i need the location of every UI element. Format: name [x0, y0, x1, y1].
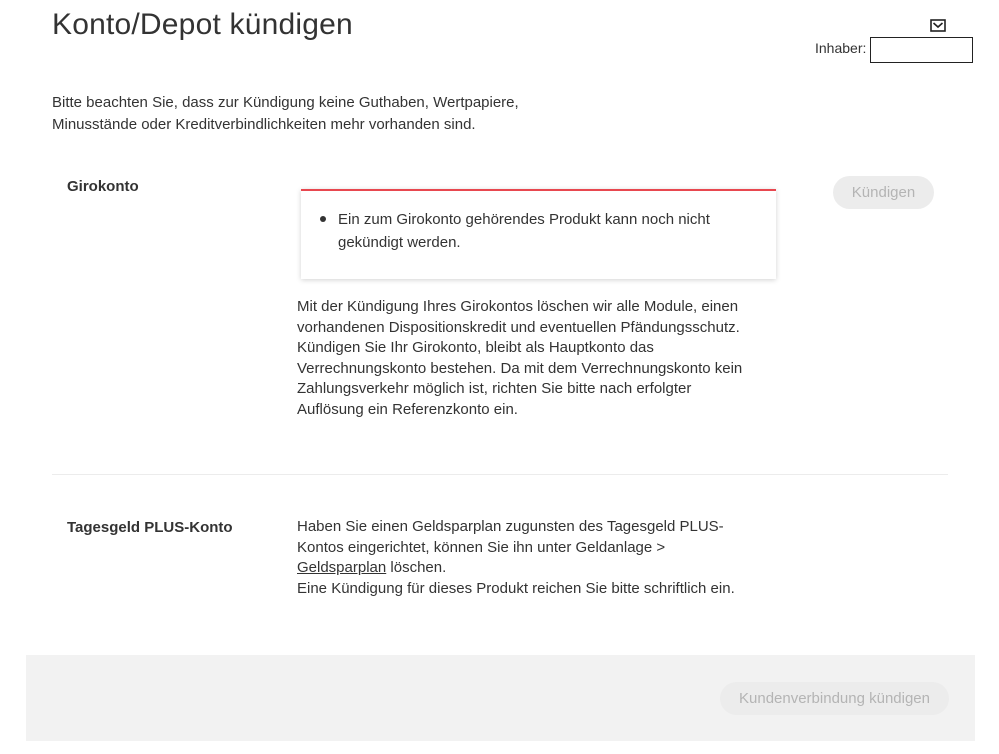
intro-line: Bitte beachten Sie, dass zur Kündigung k…: [52, 94, 519, 111]
description-line: vorhandenen Dispositionskredit und event…: [297, 318, 740, 336]
tagesgeld-description: Haben Sie einen Geldsparplan zugunsten d…: [297, 517, 787, 599]
description-line: Kündigen Sie Ihr Girokonto, bleibt als H…: [297, 339, 654, 356]
mail-icon[interactable]: [930, 19, 946, 32]
kundenverbindung-kuendigen-button[interactable]: Kundenverbindung kündigen: [720, 682, 949, 715]
description-line: Kontos eingerichtet, können Sie ihn unte…: [297, 538, 666, 556]
page-title: Konto/Depot kündigen: [52, 8, 353, 41]
owner-label: Inhaber:: [815, 40, 867, 56]
description-line: Mit der Kündigung Ihres Girokontos lösch…: [297, 298, 739, 315]
section-divider: [52, 474, 948, 475]
description-suffix: löschen.: [386, 559, 447, 576]
geldsparplan-link[interactable]: Geldsparplan: [297, 559, 386, 576]
girokonto-description: Mit der Kündigung Ihres Girokontos lösch…: [297, 297, 787, 420]
description-line: Geldsparplan löschen.: [297, 558, 787, 579]
error-message-box: Ein zum Girokonto gehörendes Produkt kan…: [301, 189, 776, 279]
girokonto-label: Girokonto: [67, 178, 139, 195]
description-line: Verrechnungskonto bestehen. Da mit dem V…: [297, 359, 743, 377]
intro-line: Minusstände oder Kreditverbindlichkeiten…: [52, 116, 476, 133]
error-message: Ein zum Girokonto gehörendes Produkt kan…: [338, 208, 758, 254]
bullet-icon: [320, 216, 326, 222]
intro-text: Bitte beachten Sie, dass zur Kündigung k…: [52, 92, 612, 136]
error-line: Ein zum Girokonto gehörendes Produkt kan…: [338, 211, 710, 228]
description-line: Zahlungsverkehr möglich ist, richten Sie…: [297, 380, 692, 397]
error-line: gekündigt werden.: [338, 234, 461, 251]
description-line: Auflösung ein Referenzkonto ein.: [297, 400, 518, 418]
kuendigen-button[interactable]: Kündigen: [833, 176, 934, 209]
tagesgeld-label: Tagesgeld PLUS-Konto: [67, 519, 233, 536]
description-line: Haben Sie einen Geldsparplan zugunsten d…: [297, 518, 724, 535]
owner-select[interactable]: [870, 37, 973, 63]
description-line: Eine Kündigung für dieses Produkt reiche…: [297, 579, 735, 597]
